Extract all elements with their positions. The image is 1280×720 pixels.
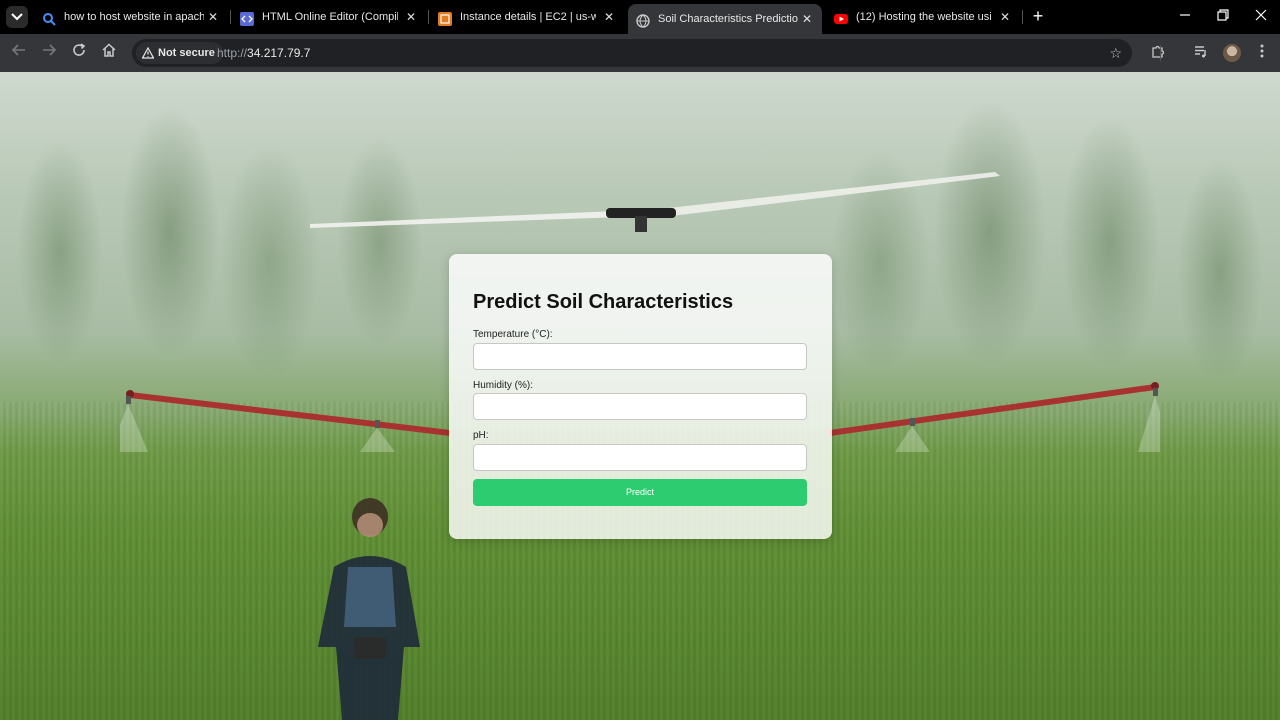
page-background: Predict Soil Characteristics Temperature… — [0, 72, 1280, 720]
forward-button[interactable] — [38, 42, 60, 64]
tab-3[interactable]: Instance details | EC2 | us-west ✕ — [430, 4, 624, 30]
kebab-menu-icon — [1260, 44, 1264, 58]
prediction-form-card: Predict Soil Characteristics Temperature… — [449, 254, 832, 539]
humidity-label: Humidity (%): — [473, 380, 534, 391]
close-icon — [1255, 9, 1267, 21]
tab-1[interactable]: how to host website in apache ✕ — [34, 4, 228, 30]
home-icon — [102, 43, 116, 57]
search-icon — [42, 10, 56, 26]
close-window-button[interactable] — [1242, 0, 1280, 34]
home-button[interactable] — [98, 42, 120, 64]
security-label: Not secure — [158, 47, 215, 59]
reload-icon — [73, 43, 86, 56]
url-text[interactable]: http://34.217.79.7 — [217, 39, 310, 67]
url-scheme: http:// — [217, 46, 248, 60]
chevron-down-icon — [11, 13, 23, 21]
ph-input[interactable] — [473, 444, 807, 471]
tab-title: (12) Hosting the website using — [856, 11, 992, 23]
new-tab-button[interactable]: + — [1028, 6, 1048, 28]
address-bar[interactable]: Not secure http://34.217.79.7 ☆ — [132, 39, 1132, 67]
restore-button[interactable] — [1204, 0, 1242, 34]
globe-icon — [636, 12, 650, 28]
helicopter-rotor-image — [310, 172, 1000, 232]
tab-5[interactable]: (12) Hosting the website using ✕ — [826, 4, 1020, 30]
tab-strip: how to host website in apache ✕ HTML Onl… — [0, 0, 1280, 34]
close-icon[interactable]: ✕ — [602, 4, 616, 30]
minimize-button[interactable] — [1166, 0, 1204, 34]
browser-toolbar: Not secure http://34.217.79.7 ☆ — [0, 34, 1280, 72]
tab-title: Instance details | EC2 | us-west — [460, 11, 596, 23]
ph-label: pH: — [473, 430, 489, 441]
extensions-button[interactable] — [1147, 42, 1169, 64]
close-icon[interactable]: ✕ — [998, 4, 1012, 30]
tab-separator — [428, 10, 429, 24]
close-icon[interactable]: ✕ — [404, 4, 418, 30]
code-icon — [240, 10, 254, 26]
media-control-button[interactable] — [1190, 42, 1212, 64]
tab-title: how to host website in apache — [64, 11, 204, 23]
bookmark-star-icon[interactable]: ☆ — [1109, 39, 1122, 67]
tab-title: Soil Characteristics Prediction — [658, 13, 798, 25]
browser-menu-button[interactable] — [1251, 42, 1273, 64]
tab-4-active[interactable]: Soil Characteristics Prediction ✕ — [628, 4, 822, 34]
arrow-left-icon — [11, 44, 25, 56]
url-host: 34.217.79.7 — [247, 46, 311, 60]
person-image — [318, 498, 420, 720]
restore-icon — [1217, 9, 1229, 21]
tab-separator — [230, 10, 231, 24]
close-icon[interactable]: ✕ — [800, 6, 814, 32]
arrow-right-icon — [43, 44, 57, 56]
close-icon[interactable]: ✕ — [206, 4, 220, 30]
predict-button[interactable]: Predict — [473, 479, 807, 506]
playlist-icon — [1195, 46, 1206, 58]
warning-icon — [142, 47, 154, 59]
tab-separator — [1022, 10, 1023, 24]
temperature-label: Temperature (°C): — [473, 329, 553, 340]
youtube-icon — [834, 10, 848, 24]
form-title: Predict Soil Characteristics — [473, 291, 734, 313]
back-button[interactable] — [8, 42, 30, 64]
security-indicator[interactable]: Not secure — [136, 42, 223, 64]
humidity-input[interactable] — [473, 393, 807, 420]
profile-avatar[interactable] — [1223, 44, 1241, 62]
toolbar-separator — [1160, 45, 1161, 61]
tab-title: HTML Online Editor (Compiler, — [262, 11, 398, 23]
tab-2[interactable]: HTML Online Editor (Compiler, ✕ — [232, 4, 426, 30]
reload-button[interactable] — [68, 42, 90, 64]
temperature-input[interactable] — [473, 343, 807, 370]
tab-search-button[interactable] — [6, 6, 28, 28]
puzzle-icon — [1152, 45, 1165, 58]
aws-icon — [438, 10, 452, 26]
minimize-icon — [1180, 14, 1190, 16]
